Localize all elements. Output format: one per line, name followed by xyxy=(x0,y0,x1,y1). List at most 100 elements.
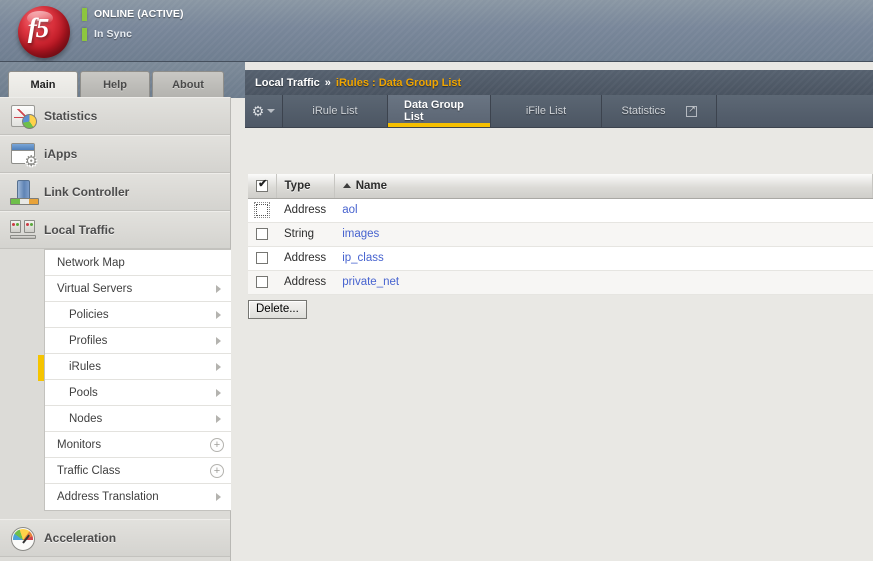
submenu-item-profiles[interactable]: Profiles xyxy=(45,328,231,354)
submenu-item-label: Policies xyxy=(69,308,109,321)
plus-circle-icon[interactable]: + xyxy=(210,437,224,452)
breadcrumb-current: iRules : Data Group List xyxy=(335,76,462,89)
row-select-cell[interactable] xyxy=(248,246,276,271)
table-row[interactable]: Address ip_class xyxy=(248,246,873,271)
data-group-link[interactable]: ip_class xyxy=(342,252,384,264)
row-checkbox[interactable] xyxy=(256,227,268,240)
tab-label: iFile List xyxy=(525,105,567,117)
settings-menu-button[interactable]: ⚙ xyxy=(245,95,283,127)
content-tab-strip: ⚙ iRule List Data Group List iFile List … xyxy=(245,95,873,128)
column-header-label: Name xyxy=(355,179,388,192)
submenu-item-label: Network Map xyxy=(57,256,125,269)
link-controller-icon xyxy=(8,179,39,205)
submenu-item-pools[interactable]: Pools xyxy=(45,380,231,406)
tab-ifile-list[interactable]: iFile List xyxy=(491,95,602,127)
chevron-right-icon xyxy=(216,414,221,423)
local-traffic-submenu: Network Map Virtual Servers Policies Pro… xyxy=(44,249,231,511)
f5-logo: f5 xyxy=(12,2,74,60)
submenu-item-label: Nodes xyxy=(69,412,103,425)
status-indicator-icon xyxy=(82,7,87,21)
tab-data-group-list[interactable]: Data Group List xyxy=(388,95,491,127)
data-group-link[interactable]: images xyxy=(342,228,379,240)
status-row-online: ONLINE (ACTIVE) xyxy=(82,5,184,23)
column-header-label: Type xyxy=(284,179,311,192)
table-header-row: Type Name xyxy=(248,174,873,199)
nav-tab-help[interactable]: Help xyxy=(80,71,150,98)
chevron-right-icon xyxy=(216,388,221,397)
submenu-item-label: Virtual Servers xyxy=(57,282,133,295)
submenu-item-label: Traffic Class xyxy=(57,464,121,477)
sidebar-item-link-controller[interactable]: Link Controller xyxy=(0,173,230,211)
tab-statistics[interactable]: Statistics xyxy=(602,95,717,127)
sidebar-item-acceleration[interactable]: Acceleration xyxy=(0,519,230,557)
submenu-item-traffic-class[interactable]: Traffic Class + xyxy=(45,458,231,484)
chevron-right-icon xyxy=(216,284,221,293)
row-type-cell: Address xyxy=(276,198,335,223)
nav-tab-main[interactable]: Main xyxy=(8,71,78,98)
row-type-cell: String xyxy=(276,222,335,247)
breadcrumb-separator-icon: » xyxy=(324,76,331,89)
data-group-link[interactable]: private_net xyxy=(342,276,399,288)
plus-circle-icon[interactable]: + xyxy=(210,463,224,478)
submenu-item-policies[interactable]: Policies xyxy=(45,302,231,328)
status-row-sync: In Sync xyxy=(82,25,184,43)
row-name-cell: private_net xyxy=(334,270,873,295)
delete-button[interactable]: Delete... xyxy=(248,300,307,319)
sidebar-item-label: Local Traffic xyxy=(44,223,115,237)
acceleration-icon xyxy=(8,525,38,551)
table-header: Type Name xyxy=(248,174,873,199)
submenu-item-address-translation[interactable]: Address Translation xyxy=(45,484,231,510)
row-select-cell[interactable] xyxy=(248,222,276,247)
data-group-link[interactable]: aol xyxy=(342,204,357,216)
submenu-item-label: Profiles xyxy=(69,334,108,347)
breadcrumb: Local Traffic » iRules : Data Group List xyxy=(245,70,873,95)
chevron-down-icon xyxy=(267,109,276,113)
submenu-item-monitors[interactable]: Monitors + xyxy=(45,432,231,458)
chevron-right-icon xyxy=(216,362,221,371)
row-checkbox[interactable] xyxy=(254,201,270,218)
submenu-item-irules[interactable]: iRules xyxy=(45,354,231,380)
table-row[interactable]: Address aol xyxy=(248,198,873,223)
tab-irule-list[interactable]: iRule List xyxy=(283,95,388,127)
tab-label: Data Group List xyxy=(404,99,464,123)
sidebar-item-label: Acceleration xyxy=(44,531,117,545)
column-header-name[interactable]: Name xyxy=(334,174,873,199)
row-name-cell: images xyxy=(334,222,873,247)
sync-indicator-icon xyxy=(82,27,87,41)
submenu-item-label: Monitors xyxy=(57,438,102,451)
row-type-cell: Address xyxy=(276,246,335,271)
row-checkbox[interactable] xyxy=(256,275,268,288)
row-select-cell[interactable] xyxy=(248,198,276,223)
main-content: Local Traffic » iRules : Data Group List… xyxy=(245,70,873,561)
row-select-cell[interactable] xyxy=(248,270,276,295)
gear-icon: ⚙ xyxy=(251,103,265,119)
select-all-checkbox[interactable] xyxy=(255,178,269,192)
data-group-table: Type Name Address aol xyxy=(248,174,873,295)
iapps-icon xyxy=(8,141,38,169)
select-all-header[interactable] xyxy=(248,174,277,199)
sidebar-item-iapps[interactable]: iApps xyxy=(0,135,230,173)
table-body: Address aol String images Address ip_cla… xyxy=(248,198,873,295)
f5-logo-text: f5 xyxy=(27,12,50,43)
row-name-cell: ip_class xyxy=(334,246,873,271)
submenu-item-network-map[interactable]: Network Map xyxy=(45,250,231,276)
submenu-item-nodes[interactable]: Nodes xyxy=(45,406,231,432)
table-row[interactable]: Address private_net xyxy=(248,270,873,295)
nav-tab-about[interactable]: About xyxy=(152,71,224,98)
sidebar-item-local-traffic[interactable]: Local Traffic xyxy=(0,211,230,249)
tab-label: Statistics xyxy=(621,105,666,117)
sidebar-item-statistics[interactable]: Statistics xyxy=(0,97,230,135)
breadcrumb-root[interactable]: Local Traffic xyxy=(255,77,320,89)
tab-label: iRule List xyxy=(312,105,358,117)
nav-tab-strip: Main Help About xyxy=(0,62,245,98)
table-row[interactable]: String images xyxy=(248,222,873,247)
status-primary-label: ONLINE (ACTIVE) xyxy=(94,8,184,20)
sidebar-item-label: iApps xyxy=(44,147,78,161)
system-status: ONLINE (ACTIVE) In Sync xyxy=(82,5,184,45)
sort-ascending-icon xyxy=(342,182,351,188)
row-checkbox[interactable] xyxy=(256,251,268,264)
chevron-right-icon xyxy=(216,310,221,319)
submenu-item-virtual-servers[interactable]: Virtual Servers xyxy=(45,276,231,302)
sidebar-item-label: Link Controller xyxy=(44,185,130,199)
column-header-type[interactable]: Type xyxy=(276,174,335,199)
